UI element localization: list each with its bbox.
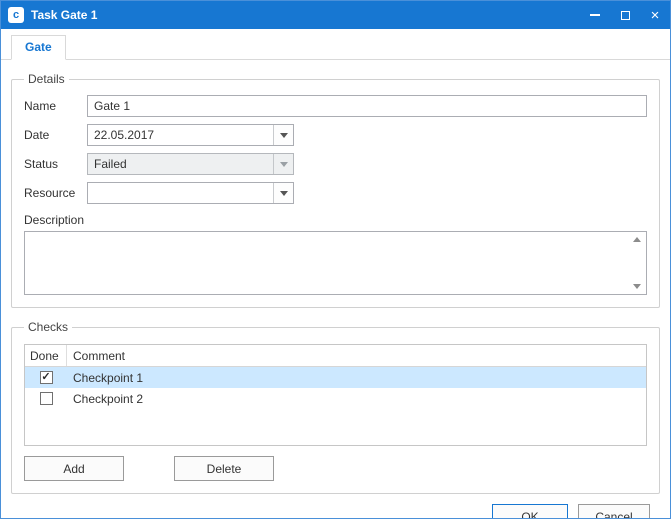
status-dropdown-button [273, 154, 293, 174]
resource-label: Resource [24, 186, 87, 200]
close-icon: × [651, 8, 660, 23]
dialog-footer: OK Cancel [11, 494, 660, 519]
status-combobox: Failed [87, 153, 294, 175]
date-combobox[interactable]: 22.05.2017 [87, 124, 294, 146]
name-label: Name [24, 99, 87, 113]
chevron-down-icon [280, 162, 288, 167]
description-label: Description [24, 213, 647, 227]
status-row: Status Failed [24, 153, 647, 175]
name-row: Name [24, 95, 647, 117]
check-icon: ✓ [41, 372, 50, 383]
tab-bar: Gate [1, 29, 670, 60]
checks-buttons: Add Delete [24, 456, 647, 481]
checkbox-checked[interactable]: ✓ [40, 371, 53, 384]
checks-group: Checks Done Comment ✓ Checkpoint 1 C [11, 320, 660, 494]
tab-gate[interactable]: Gate [11, 35, 66, 60]
checks-legend: Checks [24, 320, 72, 334]
maximize-icon [621, 11, 630, 20]
status-label: Status [24, 157, 87, 171]
checks-table: Done Comment ✓ Checkpoint 1 Checkpoint 2 [24, 344, 647, 446]
column-header-done: Done [25, 345, 67, 366]
table-row[interactable]: Checkpoint 2 [25, 388, 646, 409]
minimize-icon [590, 14, 600, 16]
scroll-up-icon[interactable] [633, 237, 641, 242]
maximize-button[interactable] [610, 1, 640, 29]
date-label: Date [24, 128, 87, 142]
column-header-comment: Comment [67, 349, 646, 363]
description-textarea[interactable] [24, 231, 647, 295]
table-row[interactable]: ✓ Checkpoint 1 [25, 367, 646, 388]
table-header: Done Comment [25, 345, 646, 367]
status-value: Failed [88, 154, 273, 174]
title-bar: Task Gate 1 × [1, 1, 670, 29]
details-group: Details Name Date 22.05.2017 Status Fail… [11, 72, 660, 308]
resource-value [88, 183, 273, 203]
dialog-content: Details Name Date 22.05.2017 Status Fail… [1, 60, 670, 519]
chevron-down-icon [280, 133, 288, 138]
cancel-button[interactable]: Cancel [578, 504, 650, 519]
resource-dropdown-button[interactable] [273, 183, 293, 203]
comment-cell: Checkpoint 1 [67, 371, 646, 385]
add-button[interactable]: Add [24, 456, 124, 481]
date-row: Date 22.05.2017 [24, 124, 647, 146]
details-legend: Details [24, 72, 69, 86]
app-icon [8, 7, 24, 23]
done-cell: ✓ [25, 371, 67, 384]
close-button[interactable]: × [640, 1, 670, 29]
window-controls: × [580, 1, 670, 29]
dialog-window: Task Gate 1 × Gate Details Name Date 22.… [0, 0, 671, 519]
date-dropdown-button[interactable] [273, 125, 293, 145]
date-value: 22.05.2017 [88, 125, 273, 145]
name-input[interactable] [87, 95, 647, 117]
scroll-down-icon[interactable] [633, 284, 641, 289]
comment-cell: Checkpoint 2 [67, 392, 646, 406]
done-cell [25, 392, 67, 405]
delete-button[interactable]: Delete [174, 456, 274, 481]
resource-combobox[interactable] [87, 182, 294, 204]
ok-button[interactable]: OK [492, 504, 568, 519]
resource-row: Resource [24, 182, 647, 204]
checkbox-unchecked[interactable] [40, 392, 53, 405]
window-title: Task Gate 1 [31, 8, 97, 22]
chevron-down-icon [280, 191, 288, 196]
minimize-button[interactable] [580, 1, 610, 29]
